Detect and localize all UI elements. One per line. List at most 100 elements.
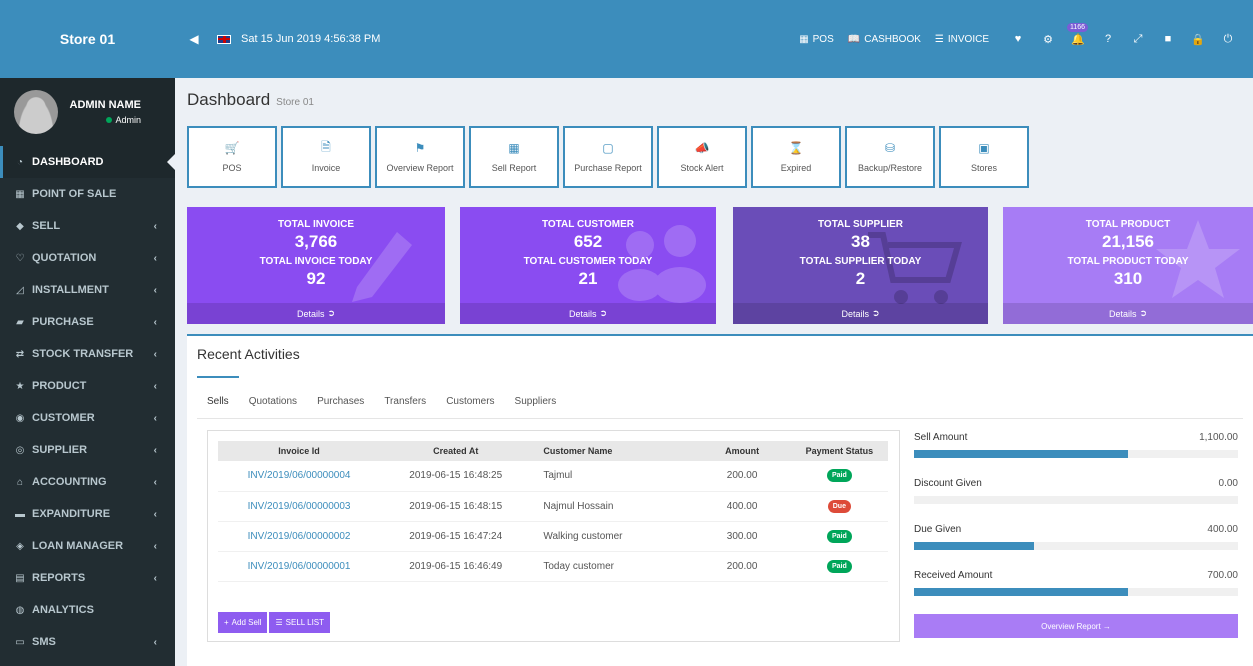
sidebar-item-user[interactable]: ◌USER‹	[0, 658, 175, 666]
sidebar-item-sms[interactable]: ▭ SMS ‹	[0, 626, 175, 658]
quick-link-label: Invoice	[311, 163, 341, 173]
top-navbar: ◀ Sat 15 Jun 2019 4:56:38 PM ▦ POS 📖 CASHB…	[175, 0, 1253, 78]
stat-box-supplier: TOTAL SUPPLIER 38 TOTAL SUPPLIER TODAY 2…	[733, 207, 988, 324]
quick-link-stores[interactable]: ▣ Stores	[939, 126, 1029, 188]
stat-details-supplier[interactable]: Details ➲	[733, 303, 988, 324]
invoice-id-link[interactable]: INV/2019/06/00000004	[218, 461, 381, 492]
overview-report-button[interactable]: Overview Report →	[914, 614, 1238, 638]
summary-value: 400.00	[1207, 524, 1238, 535]
fullscreen-icon[interactable]: ⤢	[1131, 32, 1145, 46]
heart-icon[interactable]: ♥	[1011, 32, 1025, 46]
quick-link-expired[interactable]: ⌛ Expired	[751, 126, 841, 188]
tab-quotations[interactable]: Quotations	[239, 392, 307, 411]
supplier-icon: ◎	[15, 444, 25, 456]
quick-link-pos[interactable]: 🛒 POS	[187, 126, 277, 188]
tab-sells[interactable]: Sells	[197, 376, 239, 411]
chevron-left-icon: ‹	[153, 572, 157, 584]
sidebar-item-installment[interactable]: ◿ INSTALLMENT ‹	[0, 274, 175, 306]
stat-value-total-supplier: 38	[851, 232, 870, 251]
sidebar-item-reports[interactable]: ▤ REPORTS ‹	[0, 562, 175, 594]
sidebar-toggle-icon[interactable]: ◀	[183, 32, 205, 46]
invoice-id-link[interactable]: INV/2019/06/00000003	[218, 491, 381, 522]
amount-cell: 200.00	[693, 551, 791, 582]
recent-activities-panel: Recent Activities Sells Quotations Purchas…	[187, 334, 1253, 666]
stat-details-product[interactable]: Details ➲	[1003, 303, 1253, 324]
purchase-icon: ▰	[16, 316, 24, 328]
col-invoice-id[interactable]: Invoice Id	[218, 441, 381, 461]
lock-icon[interactable]: 🔒	[1191, 32, 1205, 46]
sidebar-item-analytics[interactable]: ◍ ANALYTICS	[0, 594, 175, 626]
col-created-at[interactable]: Created At	[380, 441, 532, 461]
add-sell-button[interactable]: + Add Sell	[218, 612, 268, 633]
quick-link-label: Purchase Report	[574, 163, 642, 173]
sidebar-item-point-of-sale[interactable]: ▦ POINT OF SALE	[0, 178, 175, 210]
invoice-id-link[interactable]: INV/2019/06/00000001	[218, 551, 381, 582]
window-icon[interactable]: ■	[1161, 32, 1175, 46]
quick-link-backup-restore[interactable]: ⛁ Backup/Restore	[845, 126, 935, 188]
sidebar-item-accounting[interactable]: ⌂ ACCOUNTING ‹	[0, 466, 175, 498]
top-link-pos[interactable]: ▦ POS	[799, 34, 834, 45]
sidebar-item-expanditure[interactable]: ▬ EXPANDITURE ‹	[0, 498, 175, 530]
store-brand[interactable]: Store 01	[0, 0, 175, 78]
user-info: ADMIN NAME Admin	[70, 99, 142, 125]
top-link-invoice[interactable]: ☰ INVOICE	[935, 34, 989, 45]
created-at-cell: 2019-06-15 16:46:49	[380, 551, 532, 582]
stat-details-customer[interactable]: Details ➲	[460, 303, 716, 324]
sells-table-body: INV/2019/06/00000004 2019-06-15 16:48:25 T…	[218, 461, 888, 582]
stat-label-total-customer: TOTAL CUSTOMER	[541, 219, 635, 230]
sidebar-item-label: POINT OF SALE	[32, 188, 117, 200]
col-customer-name[interactable]: Customer Name	[531, 441, 694, 461]
tab-customers[interactable]: Customers	[436, 392, 504, 411]
sidebar-item-loan-manager[interactable]: ◈ LOAN MANAGER ‹	[0, 530, 175, 562]
chevron-left-icon: ‹	[153, 380, 157, 392]
sidebar-item-sell[interactable]: ◆ SELL ‹	[0, 210, 175, 242]
sidebar-item-product[interactable]: ★ PRODUCT ‹	[0, 370, 175, 402]
sidebar-item-label: SELL	[32, 220, 61, 232]
quick-link-purchase-report[interactable]: ▢ Purchase Report	[563, 126, 653, 188]
chevron-left-icon: ‹	[153, 284, 157, 296]
notification-count-badge: 1166	[1067, 23, 1089, 32]
top-link-cashbook[interactable]: 📖 CASHBOOK	[848, 34, 921, 45]
table-header-row: Invoice Id Created At Customer Name Amou…	[218, 441, 888, 461]
add-sell-label: Add Sell	[231, 618, 262, 627]
quick-link-overview-report[interactable]: ⚑ Overview Report	[375, 126, 465, 188]
sidebar-item-quotation[interactable]: ♡ QUOTATION ‹	[0, 242, 175, 274]
tab-purchases[interactable]: Purchases	[307, 392, 374, 411]
stat-label-total-supplier: TOTAL SUPPLIER	[817, 219, 903, 230]
sell-icon: ◆	[16, 220, 24, 232]
quick-link-sell-report[interactable]: ▦ Sell Report	[469, 126, 559, 188]
col-amount[interactable]: Amount	[693, 441, 791, 461]
sidebar-item-supplier[interactable]: ◎ SUPPLIER ‹	[0, 434, 175, 466]
language-flag-icon[interactable]	[217, 34, 231, 44]
payment-status-cell: Paid	[790, 551, 888, 582]
notifications-icon[interactable]: 🔔 1166	[1067, 23, 1089, 46]
sidebar-item-dashboard[interactable]: ◔ DASHBOARD	[0, 146, 175, 178]
quick-link-label: Backup/Restore	[857, 163, 923, 173]
stat-value-total-customer: 652	[573, 232, 603, 251]
sell-list-button[interactable]: ☰ SELL LIST	[269, 612, 331, 633]
summary-row-received-amount: Received Amount 700.00	[914, 566, 1238, 612]
tab-transfers[interactable]: Transfers	[374, 392, 436, 411]
sidebar-item-customer[interactable]: ◉ CUSTOMER ‹	[0, 402, 175, 434]
logout-icon[interactable]: ⏻	[1221, 32, 1235, 46]
stat-details-invoice[interactable]: Details ➲	[187, 303, 445, 324]
expired-icon: ⌛	[788, 141, 804, 155]
summary-progress-fill	[914, 542, 1034, 550]
quick-link-stock-alert[interactable]: 📣 Stock Alert	[657, 126, 747, 188]
summary-label: Sell Amount	[914, 432, 968, 443]
gear-icon[interactable]: ⚙	[1041, 32, 1055, 46]
stat-box-customer: TOTAL CUSTOMER 652 TOTAL CUSTOMER TODAY …	[460, 207, 716, 324]
tabs-divider	[197, 418, 1243, 419]
help-icon[interactable]: ?	[1101, 32, 1115, 46]
quick-link-label: POS	[222, 163, 242, 173]
col-payment-status[interactable]: Payment Status	[790, 441, 888, 461]
quick-link-label: Overview Report	[386, 163, 454, 173]
tab-suppliers[interactable]: Suppliers	[505, 392, 567, 411]
quick-link-invoice[interactable]: 🗎 Invoice	[281, 126, 371, 188]
sidebar-item-purchase[interactable]: ▰ PURCHASE ‹	[0, 306, 175, 338]
invoice-id-link[interactable]: INV/2019/06/00000002	[218, 521, 381, 552]
sidebar-item-stock-transfer[interactable]: ⇄ STOCK TRANSFER ‹	[0, 338, 175, 370]
sales-summary: Sell Amount 1,100.00 Discount Given 0.00 Due…	[914, 428, 1238, 638]
user-name: ADMIN NAME	[69, 99, 142, 111]
cart-icon: 🛒	[224, 141, 240, 155]
